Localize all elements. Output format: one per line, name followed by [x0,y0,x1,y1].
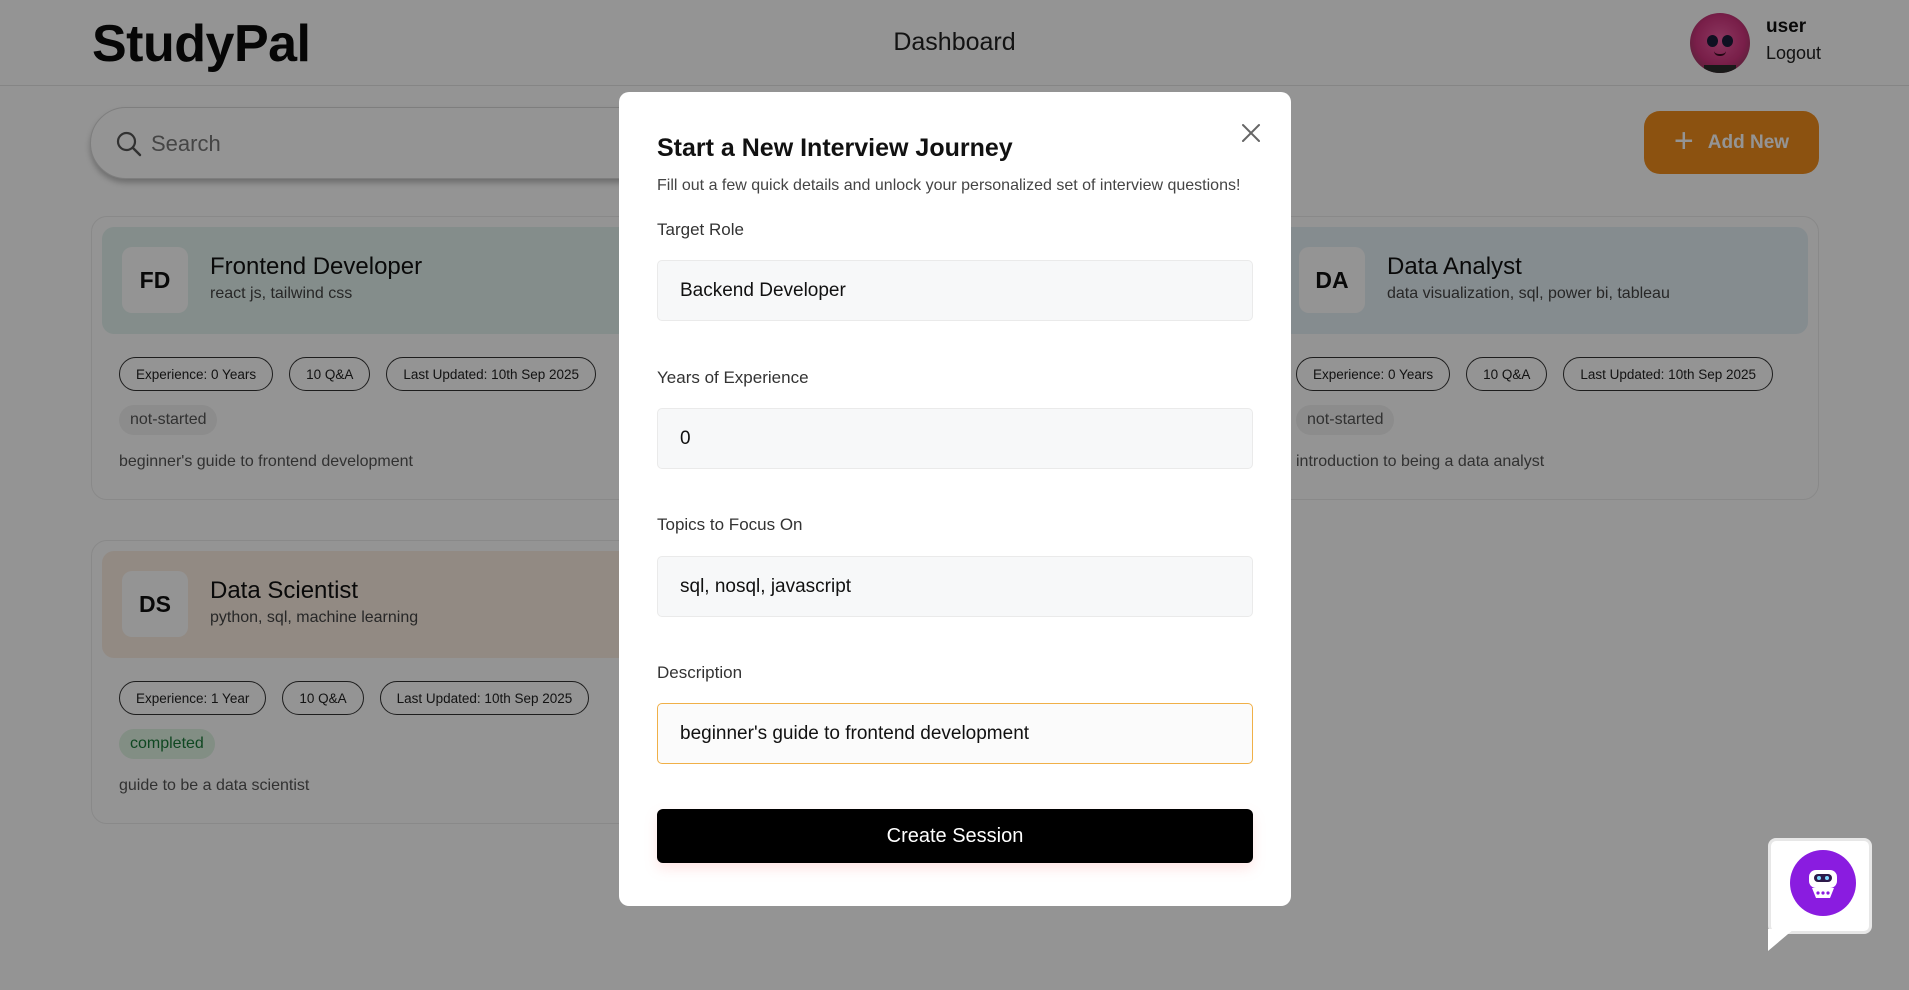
description-label: Description [657,663,743,682]
close-icon[interactable] [1240,122,1262,144]
robot-icon[interactable] [1790,850,1856,916]
topics-input[interactable]: sql, nosql, javascript [657,556,1253,617]
modal-subtitle: Fill out a few quick details and unlock … [657,177,1241,194]
experience-label: Years of Experience [657,368,809,387]
target-role-input[interactable]: Backend Developer [657,260,1253,321]
create-session-button[interactable]: Create Session [657,809,1253,863]
chat-bubble-tail [1768,929,1794,951]
description-input[interactable]: beginner's guide to frontend development [657,703,1253,764]
chatbot-widget[interactable] [1768,838,1872,951]
robot-icon-graphic [1809,870,1837,898]
target-role-label: Target Role [657,220,744,239]
new-session-modal: Start a New Interview Journey Fill out a… [619,92,1291,906]
topics-label: Topics to Focus On [657,515,803,534]
modal-title: Start a New Interview Journey [657,134,1013,162]
experience-input[interactable]: 0 [657,408,1253,469]
